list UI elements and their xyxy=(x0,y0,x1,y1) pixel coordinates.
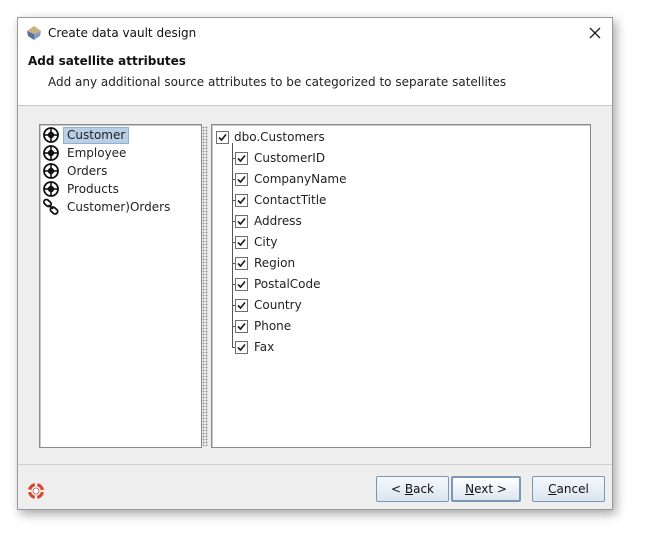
footer-separator xyxy=(18,464,612,465)
attribute-checkbox[interactable] xyxy=(235,277,248,291)
entity-list-item[interactable]: Customer xyxy=(41,126,200,144)
close-icon xyxy=(589,27,601,39)
attribute-checkbox[interactable] xyxy=(235,151,248,165)
attribute-tree-row[interactable]: CustomerID xyxy=(235,149,325,167)
attribute-checkbox[interactable] xyxy=(235,340,248,354)
back-button[interactable]: < Back xyxy=(376,476,449,502)
entity-list-item[interactable]: Employee xyxy=(41,144,200,162)
checkmark-icon xyxy=(218,133,227,141)
attribute-label: Region xyxy=(254,256,296,270)
attribute-checkbox[interactable] xyxy=(235,235,248,249)
checkmark-icon xyxy=(237,259,246,267)
cancel-button-label: ancel xyxy=(556,482,589,496)
attribute-label: Address xyxy=(254,214,302,228)
entity-list-item-label: Employee xyxy=(67,145,127,160)
entity-list-item-label: Customer)Orders xyxy=(67,199,171,214)
attribute-label: CustomerID xyxy=(254,151,326,165)
attribute-label: Fax xyxy=(254,340,275,354)
checkmark-icon xyxy=(237,301,246,309)
attribute-checkbox[interactable] xyxy=(235,193,248,207)
attribute-label: ContactTitle xyxy=(254,193,327,207)
attribute-checkbox[interactable] xyxy=(235,172,248,186)
attribute-tree-row[interactable]: ContactTitle xyxy=(235,191,326,209)
tree-root-checkbox[interactable] xyxy=(216,130,229,144)
attribute-label: City xyxy=(254,235,278,249)
help-lifebuoy-icon[interactable] xyxy=(28,483,44,499)
attribute-label: Country xyxy=(254,298,302,312)
hub-icon xyxy=(42,180,60,198)
attribute-tree[interactable]: dbo.Customers CustomerID CompanyName Conta… xyxy=(211,124,591,448)
entity-list-item[interactable]: Customer)Orders xyxy=(41,198,200,216)
checkmark-icon xyxy=(237,343,246,351)
entity-list[interactable]: Customer Employee Orders Products Customer)O… xyxy=(39,124,202,448)
checkmark-icon xyxy=(237,196,246,204)
page-subtitle: Add any additional source attributes to … xyxy=(48,75,507,89)
attribute-tree-row[interactable]: Country xyxy=(235,296,302,314)
attribute-checkbox[interactable] xyxy=(235,319,248,333)
cancel-button-mnemonic: C xyxy=(548,482,557,496)
create-data-vault-dialog: Create data vault design Add satellite a… xyxy=(17,17,613,510)
back-button-mnemonic: B xyxy=(404,482,414,496)
checkmark-icon xyxy=(237,238,246,246)
attribute-label: PostalCode xyxy=(254,277,321,291)
attribute-tree-row[interactable]: CompanyName xyxy=(235,170,347,188)
window-title: Create data vault design xyxy=(48,26,197,40)
entity-list-item[interactable]: Orders xyxy=(41,162,200,180)
tree-root-label: dbo.Customers xyxy=(234,130,325,144)
attribute-checkbox[interactable] xyxy=(235,298,248,312)
close-button[interactable] xyxy=(578,18,612,48)
split-pane-divider[interactable] xyxy=(202,126,208,446)
tree-connector-line xyxy=(232,143,233,347)
hub-icon xyxy=(42,126,60,144)
checkmark-icon xyxy=(237,154,246,162)
next-button-label: ext > xyxy=(474,482,507,496)
page-title: Add satellite attributes xyxy=(28,54,186,68)
attribute-checkbox[interactable] xyxy=(235,214,248,228)
attribute-tree-row[interactable]: Address xyxy=(235,212,302,230)
hub-icon xyxy=(42,162,60,180)
wizard-header: Add satellite attributes Add any additio… xyxy=(18,48,612,106)
link-icon xyxy=(42,198,60,216)
attribute-tree-row[interactable]: Phone xyxy=(235,317,291,335)
attribute-tree-row[interactable]: PostalCode xyxy=(235,275,321,293)
checkmark-icon xyxy=(237,175,246,183)
entity-list-item-label: Products xyxy=(67,181,119,196)
attribute-tree-row[interactable]: Region xyxy=(235,254,295,272)
attribute-tree-row[interactable]: Fax xyxy=(235,338,274,356)
app-logo-icon xyxy=(27,26,41,40)
entity-list-item-label: Orders xyxy=(67,163,108,178)
back-button-prefix: < xyxy=(390,482,405,496)
title-bar: Create data vault design xyxy=(18,18,612,48)
checkmark-icon xyxy=(237,280,246,288)
checkmark-icon xyxy=(237,322,246,330)
attribute-label: Phone xyxy=(254,319,292,333)
back-button-label: ack xyxy=(413,482,434,496)
next-button[interactable]: Next > xyxy=(451,476,521,502)
attribute-tree-row[interactable]: City xyxy=(235,233,278,251)
next-button-mnemonic: N xyxy=(465,482,475,496)
checkmark-icon xyxy=(237,217,246,225)
hub-icon xyxy=(42,144,60,162)
attribute-checkbox[interactable] xyxy=(235,256,248,270)
entity-list-item[interactable]: Products xyxy=(41,180,200,198)
attribute-label: CompanyName xyxy=(254,172,347,186)
cancel-button[interactable]: Cancel xyxy=(532,476,605,502)
entity-list-item-label: Customer xyxy=(63,126,130,144)
